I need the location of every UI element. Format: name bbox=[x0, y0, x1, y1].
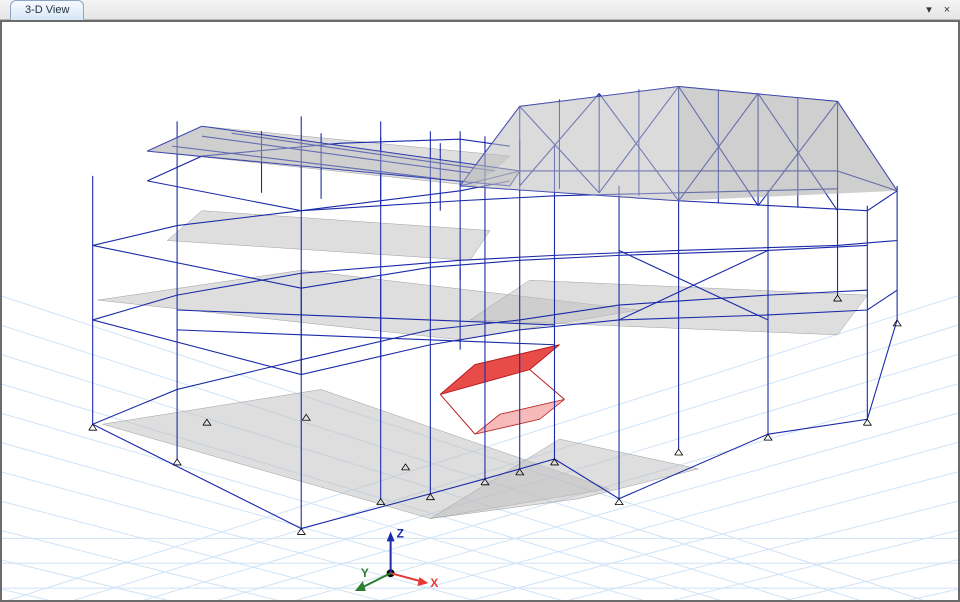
axis-x-label: X bbox=[430, 576, 438, 590]
tab-bar-controls: ▾ × bbox=[922, 0, 960, 19]
axis-gizmo: Z X Y bbox=[355, 526, 438, 591]
tab-3d-view[interactable]: 3-D View bbox=[10, 0, 84, 20]
tab-dropdown-icon: ▾ bbox=[926, 3, 932, 16]
tab-bar: 3-D View ▾ × bbox=[0, 0, 960, 20]
roof-shading bbox=[147, 87, 897, 201]
scene-svg: Z X Y bbox=[2, 22, 958, 600]
close-icon: × bbox=[944, 4, 950, 16]
viewport-3d[interactable]: Z X Y bbox=[0, 20, 960, 602]
axis-y-label: Y bbox=[361, 566, 369, 580]
tab-close-button[interactable]: × bbox=[940, 3, 954, 17]
axis-z-label: Z bbox=[397, 526, 404, 540]
tab-label: 3-D View bbox=[25, 4, 69, 16]
tab-dropdown-button[interactable]: ▾ bbox=[922, 3, 936, 17]
selected-element bbox=[440, 345, 564, 434]
